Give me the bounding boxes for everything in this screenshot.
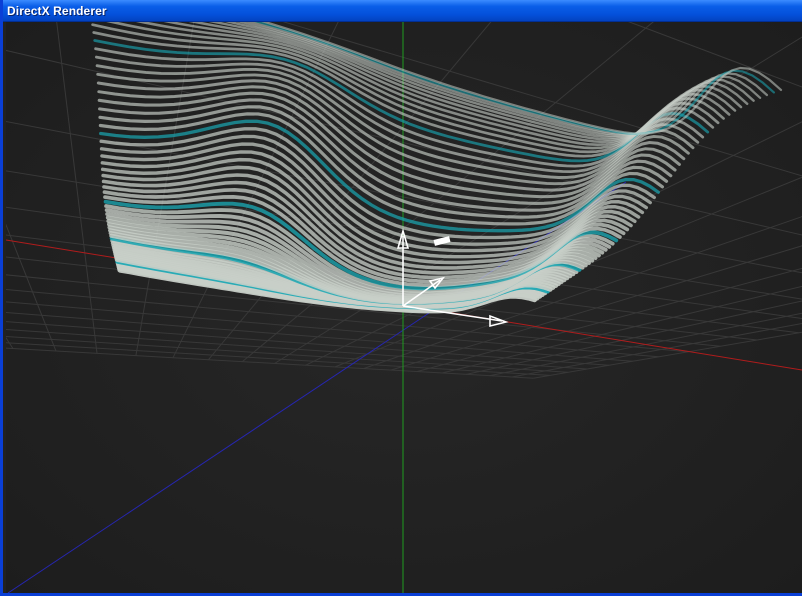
title-bar[interactable]: DirectX Renderer <box>3 0 802 22</box>
renderer-window: DirectX Renderer <box>0 0 802 596</box>
render-viewport[interactable] <box>6 22 802 593</box>
window-title: DirectX Renderer <box>7 4 107 18</box>
scene-canvas[interactable] <box>6 22 802 593</box>
